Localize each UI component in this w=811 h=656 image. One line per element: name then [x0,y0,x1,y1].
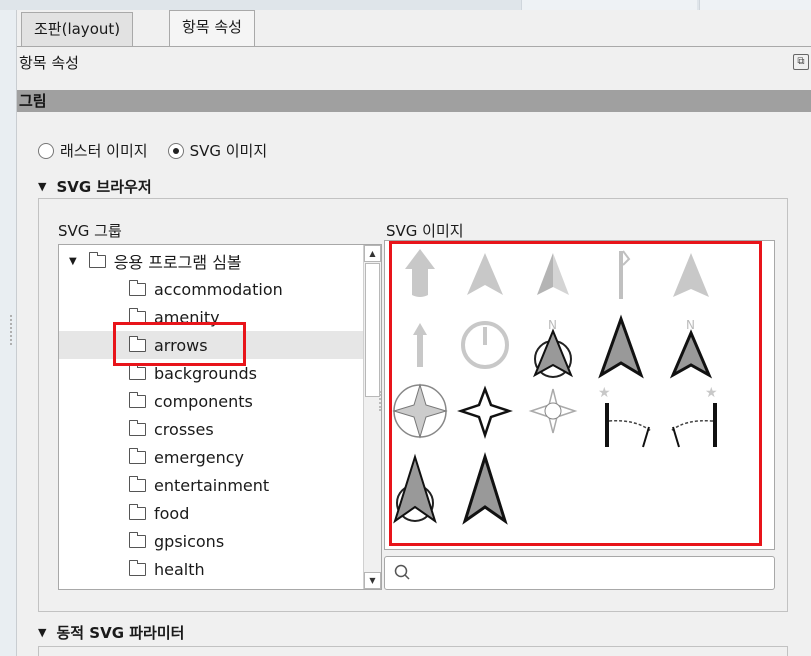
folder-icon [129,363,146,380]
tree-item-crosses[interactable]: crosses [59,415,363,443]
svg-group-tree[interactable]: ▼ 응용 프로그램 심볼 accommodation amenity arrow… [58,244,382,590]
svg-browser-header[interactable]: ▼ SVG 브라우저 [38,176,152,197]
tree-item-entertainment[interactable]: entertainment [59,471,363,499]
folder-icon [129,391,146,408]
image-source-radio-row: 래스터 이미지 SVG 이미지 [38,140,267,161]
dock-title: 항목 속성 [19,54,79,72]
svg-search-field[interactable] [417,561,767,585]
search-icon [394,564,410,580]
tree-item-label: accommodation [154,279,283,299]
dynamic-params-box [38,646,788,656]
pane-splitter[interactable] [379,391,382,411]
float-window-icon[interactable]: ⧉ [793,54,809,70]
collapse-triangle-icon: ▼ [38,180,47,193]
svg-search-input[interactable] [384,556,775,590]
tree-root-row[interactable]: ▼ 응용 프로그램 심볼 [59,247,363,275]
tree-item-label: gpsicons [154,531,225,551]
raster-image-radio[interactable] [38,142,54,159]
tree-item-label: emergency [154,447,244,467]
scroll-down-icon[interactable]: ▼ [364,572,381,589]
svg-image-radio[interactable] [167,142,184,159]
tab-layout[interactable]: 조판(layout) [21,12,134,46]
folder-icon [129,475,146,492]
tree-item-label: health [154,559,205,579]
chevron-down-icon[interactable]: ▼ [69,256,77,267]
svg-images-highlight [389,241,762,546]
svg-group-label: SVG 그룹 [58,222,122,240]
tree-item-label: entertainment [154,475,270,495]
top-strip [0,0,811,10]
scroll-thumb[interactable] [365,263,380,397]
tree-root-label: 응용 프로그램 심볼 [113,253,242,272]
svg-browser-title: SVG 브라우저 [56,178,152,196]
top-strip-segment [521,0,697,10]
tree-item-gpsicons[interactable]: gpsicons [59,527,363,555]
tree-scrollbar[interactable]: ▲ ▼ [363,245,381,589]
folder-icon [129,447,146,464]
scroll-up-icon[interactable]: ▲ [364,245,381,262]
tree-item-label: crosses [154,419,214,439]
folder-icon [129,531,146,548]
tree-item-food[interactable]: food [59,499,363,527]
tree-item-label: food [154,503,190,523]
tab-divider [17,46,811,47]
splitter-handle[interactable] [10,315,12,345]
tree-item-components[interactable]: components [59,387,363,415]
picture-group-header: 그림 [17,90,811,112]
top-strip-segment [699,0,811,10]
tree-item-emergency[interactable]: emergency [59,443,363,471]
svg-image-label: SVG 이미지 [189,142,268,160]
svg-image-list-label: SVG 이미지 [386,222,464,240]
tree-item-label: components [154,391,253,411]
raster-image-label: 래스터 이미지 [60,142,148,160]
dynamic-svg-params-header[interactable]: ▼ 동적 SVG 파라미터 [38,622,184,643]
folder-icon [129,279,146,296]
tree-item-health[interactable]: health [59,555,363,583]
tree-item-label: backgrounds [154,363,257,383]
folder-icon [129,503,146,520]
tree-item-accommodation[interactable]: accommodation [59,275,363,303]
arrows-highlight [113,322,246,366]
dynamic-svg-params-title: 동적 SVG 파라미터 [56,624,185,642]
folder-icon [88,251,106,268]
collapse-triangle-icon: ▼ [38,626,47,639]
folder-icon [129,419,146,436]
folder-icon [129,559,146,576]
tab-item-properties[interactable]: 항목 속성 [169,10,255,46]
